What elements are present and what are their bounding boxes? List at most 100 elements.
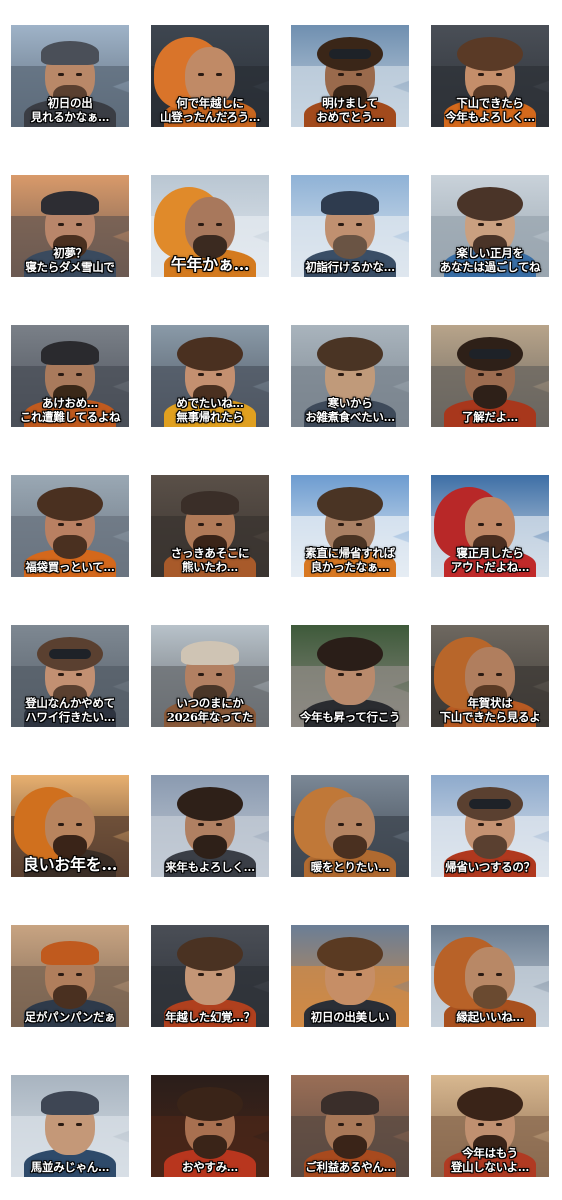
hair bbox=[457, 1087, 523, 1121]
beard bbox=[333, 235, 367, 259]
sticker-item[interactable]: 福袋買っといて… bbox=[11, 475, 129, 577]
sticker-item[interactable]: さっきあそこに 熊いたわ… bbox=[151, 475, 269, 577]
sticker-item[interactable]: 了解だよ… bbox=[431, 325, 549, 427]
climber-head bbox=[457, 337, 523, 409]
beanie-hat bbox=[41, 341, 99, 365]
sticker-item[interactable]: 足がパンパンだぁ bbox=[11, 925, 129, 1027]
sticker-item[interactable]: 寒いから お雑煮食べたい… bbox=[291, 325, 409, 427]
eye bbox=[216, 673, 222, 676]
goggles bbox=[469, 349, 511, 359]
eye bbox=[338, 673, 344, 676]
sticker-item[interactable]: 午年かぁ… bbox=[151, 175, 269, 277]
sticker-item[interactable]: 素直に帰省すれば 良かったなぁ… bbox=[291, 475, 409, 577]
sticker-item[interactable]: 下山できたら 今年もよろしく… bbox=[431, 25, 549, 127]
eye bbox=[76, 973, 82, 976]
hair bbox=[317, 637, 383, 671]
sticker-item[interactable]: 年越した幻覚…？ bbox=[151, 925, 269, 1027]
sticker-item[interactable]: 年賀状は 下山できたら見るよ bbox=[431, 625, 549, 727]
eye bbox=[496, 973, 502, 976]
beanie-hat bbox=[41, 191, 99, 215]
eye bbox=[496, 823, 502, 826]
sticker-item[interactable]: ご利益あるやん… bbox=[291, 1075, 409, 1177]
sticker-item[interactable]: 帰省いつするの？ bbox=[431, 775, 549, 877]
hair bbox=[177, 787, 243, 821]
sticker-item[interactable]: あけおめ… これ遭難してるよね bbox=[11, 325, 129, 427]
sticker-item[interactable]: 馬並みじゃん… bbox=[11, 1075, 129, 1177]
eye bbox=[496, 373, 502, 376]
sticker-item[interactable]: おやすみ… bbox=[151, 1075, 269, 1177]
beanie-hat bbox=[41, 41, 99, 65]
sticker-item[interactable]: 初日の出美しい bbox=[291, 925, 409, 1027]
sticker-item[interactable]: 初詣行けるかな… bbox=[291, 175, 409, 277]
sticker-item[interactable]: 今年はもう 登山しないよ… bbox=[431, 1075, 549, 1177]
eye bbox=[356, 73, 362, 76]
climber-head bbox=[177, 787, 243, 859]
sticker-caption: 良いお年を… bbox=[22, 855, 118, 874]
sticker-item[interactable]: 明けまして おめでとう… bbox=[291, 25, 409, 127]
eye bbox=[198, 523, 204, 526]
climber-head bbox=[325, 797, 375, 859]
sticker-caption: 足がパンパンだぁ bbox=[24, 1010, 116, 1024]
goggles bbox=[49, 649, 91, 659]
climber-head bbox=[321, 1091, 379, 1159]
sticker-caption: 今年も昇って行こう bbox=[299, 710, 401, 724]
eye bbox=[478, 823, 484, 826]
sticker-caption: 暖をとりたい… bbox=[310, 860, 390, 874]
sticker-item[interactable]: 何で年越しに 山登ったんだろう… bbox=[151, 25, 269, 127]
sticker-caption: 何で年越しに 山登ったんだろう… bbox=[159, 96, 261, 124]
climber-head bbox=[41, 941, 99, 1009]
beanie-hat bbox=[181, 491, 239, 515]
sticker-item[interactable]: 良いお年を… bbox=[11, 775, 129, 877]
sticker-item[interactable]: めでたいね… 無事帰れたら bbox=[151, 325, 269, 427]
sticker-item[interactable]: 暖をとりたい… bbox=[291, 775, 409, 877]
sticker-caption: 了解だよ… bbox=[462, 410, 518, 424]
beard bbox=[473, 385, 507, 409]
sticker-caption: 来年もよろしく… bbox=[165, 860, 255, 874]
beanie-hat bbox=[41, 941, 99, 965]
hair bbox=[177, 937, 243, 971]
climber-head bbox=[321, 191, 379, 259]
eye bbox=[198, 823, 204, 826]
beanie-hat bbox=[181, 641, 239, 665]
sticker-item[interactable]: 今年も昇って行こう bbox=[291, 625, 409, 727]
eye bbox=[338, 823, 344, 826]
sticker-item[interactable]: 来年もよろしく… bbox=[151, 775, 269, 877]
sticker-item[interactable]: 縁起いいね… bbox=[431, 925, 549, 1027]
eye bbox=[216, 973, 222, 976]
beanie-hat bbox=[321, 191, 379, 215]
sticker-caption: あけおめ… これ遭難してるよね bbox=[19, 396, 121, 424]
sticker-item[interactable]: 楽しい正月を あなたは過ごしてね bbox=[431, 175, 549, 277]
sticker-caption: 福袋買っといて… bbox=[25, 560, 115, 574]
hair bbox=[37, 487, 103, 521]
hair bbox=[177, 337, 243, 371]
sticker-caption: 楽しい正月を あなたは過ごしてね bbox=[439, 246, 541, 274]
hair bbox=[177, 1087, 243, 1121]
eye bbox=[356, 523, 362, 526]
eye bbox=[58, 73, 64, 76]
sticker-caption: 寒いから お雑煮食べたい… bbox=[305, 396, 395, 424]
eye bbox=[76, 673, 82, 676]
sticker-caption: おやすみ… bbox=[182, 1160, 238, 1174]
beard bbox=[473, 835, 507, 859]
eye bbox=[478, 673, 484, 676]
climber-head bbox=[465, 947, 515, 1009]
sticker-item[interactable]: 初日の出 見れるかなぁ… bbox=[11, 25, 129, 127]
eye bbox=[76, 1123, 82, 1126]
sticker-item[interactable]: 寝正月したら アウトだよね… bbox=[431, 475, 549, 577]
sticker-caption: 縁起いいね… bbox=[456, 1010, 524, 1024]
eye bbox=[356, 673, 362, 676]
beard bbox=[333, 1135, 367, 1159]
beard bbox=[193, 835, 227, 859]
beard bbox=[333, 835, 367, 859]
eye bbox=[198, 973, 204, 976]
sticker-item[interactable]: いつのまにか 2026年なってた bbox=[151, 625, 269, 727]
climber-head bbox=[45, 797, 95, 859]
sticker-caption: 今年はもう 登山しないよ… bbox=[450, 1146, 530, 1174]
eye bbox=[356, 823, 362, 826]
eye bbox=[356, 973, 362, 976]
sticker-item[interactable]: 初夢？ 寝たらダメ雪山で bbox=[11, 175, 129, 277]
sticker-caption: 初日の出 見れるかなぁ… bbox=[30, 96, 110, 124]
sticker-caption: いつのまにか 2026年なってた bbox=[166, 696, 254, 724]
climber-head bbox=[185, 197, 235, 259]
sticker-item[interactable]: 登山なんかやめて ハワイ行きたい… bbox=[11, 625, 129, 727]
